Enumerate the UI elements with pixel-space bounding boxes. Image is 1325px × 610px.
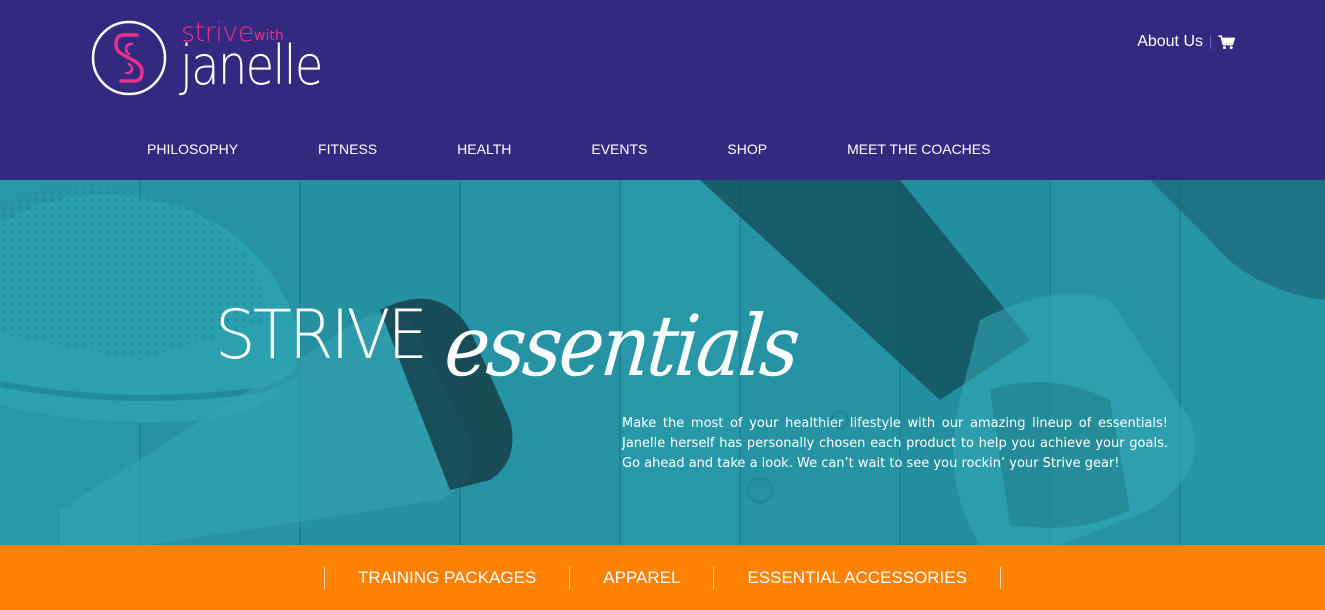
site-logo[interactable]: strive with janelle xyxy=(91,18,341,98)
about-us-link[interactable]: About Us xyxy=(1137,31,1203,53)
category-training-packages[interactable]: TRAINING PACKAGES xyxy=(325,567,569,589)
nav-item-health[interactable]: HEALTH xyxy=(417,130,551,168)
hero-banner: STRIVE essentials Make the most of your … xyxy=(0,180,1325,545)
shop-category-bar: TRAINING PACKAGES APPAREL ESSENTIAL ACCE… xyxy=(0,545,1325,610)
nav-item-philosophy[interactable]: PHILOSOPHY xyxy=(107,130,278,168)
logo-mark-icon xyxy=(91,20,167,96)
nav-item-shop[interactable]: SHOP xyxy=(687,130,807,168)
logo-janelle-text: janelle xyxy=(180,34,323,97)
utility-divider xyxy=(1210,35,1211,49)
category-apparel[interactable]: APPAREL xyxy=(570,567,713,589)
category-essential-accessories[interactable]: ESSENTIAL ACCESSORIES xyxy=(714,567,1000,589)
hero-description: Make the most of your healthier lifestyl… xyxy=(622,416,1168,471)
hero-title-essentials: essentials xyxy=(440,297,802,395)
hero-title-strive: STRIVE xyxy=(215,296,428,375)
shopping-cart-icon[interactable] xyxy=(1218,34,1235,50)
nav-item-fitness[interactable]: FITNESS xyxy=(278,130,417,168)
nav-item-meet-the-coaches[interactable]: MEET THE COACHES xyxy=(807,130,1030,168)
nav-item-events[interactable]: EVENTS xyxy=(551,130,687,168)
main-navigation: PHILOSOPHY FITNESS HEALTH EVENTS SHOP ME… xyxy=(107,130,1030,168)
category-divider xyxy=(999,566,1001,589)
utility-nav: About Us xyxy=(1137,31,1235,53)
site-header: strive with janelle About Us PHILOSOPHY … xyxy=(0,0,1325,180)
